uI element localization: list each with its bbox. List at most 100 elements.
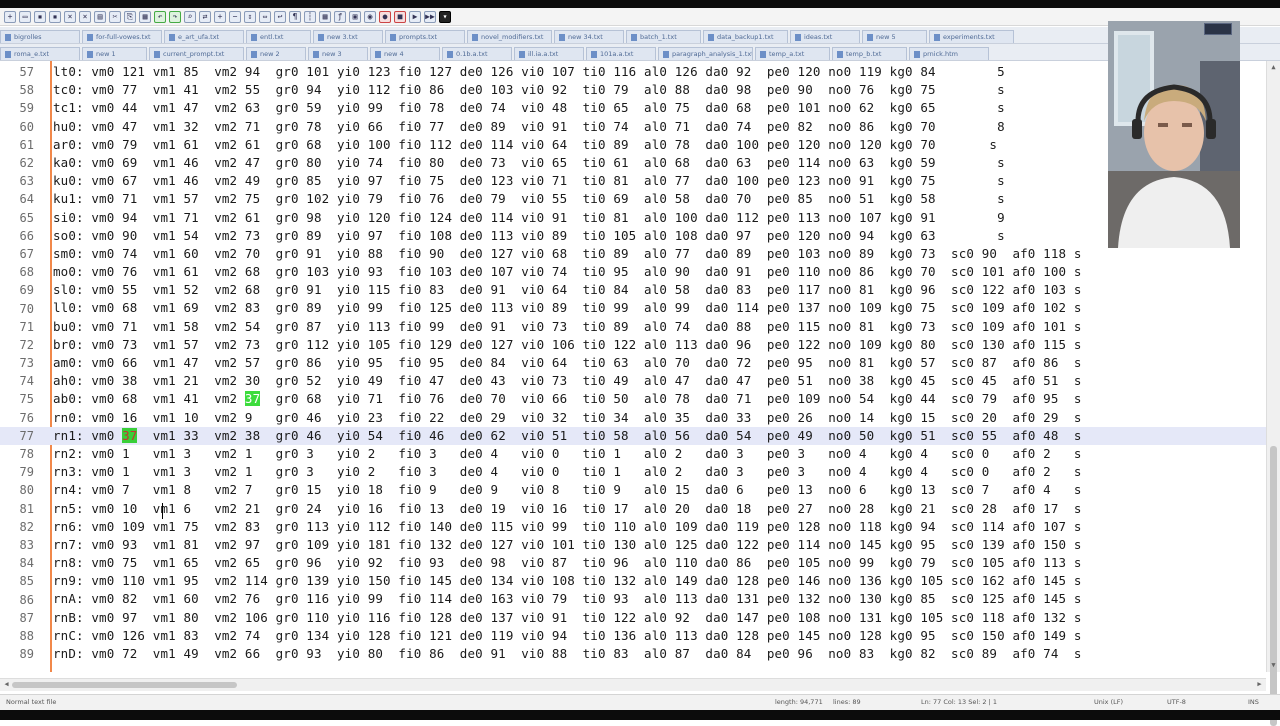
record-macro-icon[interactable]: ●: [379, 10, 391, 23]
editor-line[interactable]: 66 so0: vm0 90 vm1 54 vm2 73 gr0 89 yi0 9…: [0, 227, 1266, 245]
tab-tabrow2-3[interactable]: new 2: [246, 47, 306, 60]
editor-line[interactable]: 72 br0: vm0 73 vm1 57 vm2 73 gr0 112 yi0 …: [0, 336, 1266, 354]
tab-tabrow1-10[interactable]: ideas.txt: [790, 30, 860, 43]
editor-line[interactable]: 59 tc1: vm0 44 vm1 47 vm2 63 gr0 59 yi0 9…: [0, 99, 1266, 117]
editor-line[interactable]: 89 rnD: vm0 72 vm1 49 vm2 66 gr0 93 yi0 8…: [0, 645, 1266, 663]
print-icon[interactable]: ▤: [94, 10, 106, 23]
editor-line[interactable]: 81 rn5: vm0 10 vm1 6 vm2 21 gr0 24 yi0 16…: [0, 500, 1266, 518]
file-icon: [837, 50, 843, 58]
editor-line[interactable]: 65 si0: vm0 94 vm1 71 vm2 61 gr0 98 yi0 1…: [0, 209, 1266, 227]
save-all-icon[interactable]: ▪: [49, 10, 61, 23]
scroll-down-icon[interactable]: ▼: [1269, 661, 1278, 670]
zoom-in-icon[interactable]: +: [214, 10, 226, 23]
replace-icon[interactable]: ⇄: [199, 10, 211, 23]
play-macro-icon[interactable]: ▶: [409, 10, 421, 23]
save-icon[interactable]: ▪: [34, 10, 46, 23]
tab-tabrow1-12[interactable]: experiments.txt: [929, 30, 1014, 43]
editor-line[interactable]: 77 rn1: vm0 37 vm1 33 vm2 38 gr0 46 yi0 5…: [0, 426, 1266, 445]
tab-tabrow2-0[interactable]: roma_e.txt: [0, 47, 80, 60]
horizontal-scrollbar[interactable]: ◀ ▶: [0, 678, 1266, 691]
tab-tabrow1-2[interactable]: e_art_ufa.txt: [164, 30, 244, 43]
editor-line[interactable]: 57 lt0: vm0 121 vm1 85 vm2 94 gr0 101 yi0…: [0, 63, 1266, 81]
tab-tabrow2-5[interactable]: new 4: [370, 47, 440, 60]
editor-line[interactable]: 70 ll0: vm0 68 vm1 69 vm2 83 gr0 89 yi0 9…: [0, 299, 1266, 317]
editor-line[interactable]: 86 rnA: vm0 82 vm1 60 vm2 76 gr0 116 yi0 …: [0, 590, 1266, 608]
editor-line[interactable]: 75 ab0: vm0 68 vm1 41 vm2 37 gr0 68 yi0 7…: [0, 390, 1266, 408]
monitoring-icon[interactable]: ◉: [364, 10, 376, 23]
indent-guide-icon[interactable]: ┆: [304, 10, 316, 23]
new-file-icon[interactable]: +: [4, 10, 16, 23]
tab-tabrow1-8[interactable]: batch_1.txt: [626, 30, 701, 43]
save-macro-icon[interactable]: ▾: [439, 10, 451, 23]
editor-line[interactable]: 78 rn2: vm0 1 vm1 3 vm2 1 gr0 3 yi0 2 fi0…: [0, 445, 1266, 463]
paste-icon[interactable]: ▦: [139, 10, 151, 23]
horizontal-scroll-thumb[interactable]: [12, 682, 237, 688]
tab-tabrow2-7[interactable]: ill.ia.a.txt: [514, 47, 584, 60]
line-number: 61: [19, 137, 34, 152]
tab-tabrow2-9[interactable]: paragraph_analysis_1.txt: [658, 47, 753, 60]
word-wrap-icon[interactable]: ↩: [274, 10, 286, 23]
zoom-out-icon[interactable]: −: [229, 10, 241, 23]
tab-tabrow2-6[interactable]: 0.1b.a.txt: [442, 47, 512, 60]
cut-icon[interactable]: ✂: [109, 10, 121, 23]
copy-icon[interactable]: ⎘: [124, 10, 136, 23]
show-all-chars-icon[interactable]: ¶: [289, 10, 301, 23]
editor-line[interactable]: 79 rn3: vm0 1 vm1 3 vm2 1 gr0 3 yi0 2 fi0…: [0, 463, 1266, 481]
editor-line[interactable]: 85 rn9: vm0 110 vm1 95 vm2 114 gr0 139 yi…: [0, 572, 1266, 590]
editor-line[interactable]: 74 ah0: vm0 38 vm1 21 vm2 30 gr0 52 yi0 4…: [0, 372, 1266, 390]
tab-tabrow1-6[interactable]: novel_modifiers.txt: [467, 30, 552, 43]
text-editor[interactable]: 57 lt0: vm0 121 vm1 85 vm2 94 gr0 101 yi0…: [0, 61, 1266, 672]
editor-line[interactable]: 68 mo0: vm0 76 vm1 61 vm2 68 gr0 103 yi0 …: [0, 263, 1266, 281]
tab-tabrow2-4[interactable]: new 3: [308, 47, 368, 60]
find-icon[interactable]: ⌕: [184, 10, 196, 23]
close-icon[interactable]: ×: [64, 10, 76, 23]
editor-line[interactable]: 88 rnC: vm0 126 vm1 83 vm2 74 gr0 134 yi0…: [0, 627, 1266, 645]
tab-tabrow1-11[interactable]: new 5: [862, 30, 927, 43]
doc-map-icon[interactable]: ▦: [319, 10, 331, 23]
editor-line[interactable]: 58 tc0: vm0 77 vm1 41 vm2 55 gr0 94 yi0 1…: [0, 81, 1266, 99]
editor-line[interactable]: 82 rn6: vm0 109 vm1 75 vm2 83 gr0 113 yi0…: [0, 518, 1266, 536]
scroll-up-icon[interactable]: ▲: [1269, 63, 1278, 72]
tab-tabrow2-12[interactable]: prnick.htm: [909, 47, 989, 60]
editor-line[interactable]: 60 hu0: vm0 47 vm1 32 vm2 71 gr0 78 yi0 6…: [0, 118, 1266, 136]
stop-record-icon[interactable]: ■: [394, 10, 406, 23]
tab-tabrow1-4[interactable]: new 3.txt: [313, 30, 383, 43]
editor-line[interactable]: 87 rnB: vm0 97 vm1 80 vm2 106 gr0 110 yi0…: [0, 609, 1266, 627]
sync-h-icon[interactable]: ⇔: [259, 10, 271, 23]
tab-tabrow2-11[interactable]: temp_b.txt: [832, 47, 907, 60]
run-macro-icon[interactable]: ▶▶: [424, 10, 436, 23]
editor-line[interactable]: 67 sm0: vm0 74 vm1 60 vm2 70 gr0 91 yi0 8…: [0, 245, 1266, 263]
undo-icon[interactable]: ↶: [154, 10, 166, 23]
editor-line[interactable]: 63 ku0: vm0 67 vm1 46 vm2 49 gr0 85 yi0 9…: [0, 172, 1266, 190]
close-all-icon[interactable]: ×: [79, 10, 91, 23]
tab-tabrow2-1[interactable]: new 1: [82, 47, 147, 60]
editor-line[interactable]: 69 sl0: vm0 55 vm1 52 vm2 68 gr0 91 yi0 1…: [0, 281, 1266, 299]
redo-icon[interactable]: ↷: [169, 10, 181, 23]
sync-v-icon[interactable]: ⇕: [244, 10, 256, 23]
tab-tabrow1-3[interactable]: entl.txt: [246, 30, 311, 43]
vertical-scrollbar[interactable]: ▲ ▼: [1266, 61, 1280, 726]
editor-line[interactable]: 80 rn4: vm0 7 vm1 8 vm2 7 gr0 15 yi0 18 f…: [0, 481, 1266, 499]
tab-tabrow1-5[interactable]: prompts.txt: [385, 30, 465, 43]
editor-line[interactable]: 61 ar0: vm0 79 vm1 61 vm2 61 gr0 68 yi0 1…: [0, 136, 1266, 154]
tab-tabrow1-0[interactable]: bigrolles: [0, 30, 80, 43]
tab-tabrow1-1[interactable]: for-full-vowes.txt: [82, 30, 162, 43]
editor-line[interactable]: 76 rn0: vm0 16 vm1 10 vm2 9 gr0 46 yi0 23…: [0, 409, 1266, 427]
vertical-scroll-thumb[interactable]: [1270, 446, 1277, 726]
editor-line[interactable]: 73 am0: vm0 66 vm1 47 vm2 57 gr0 86 yi0 9…: [0, 354, 1266, 372]
function-list-icon[interactable]: ƒ: [334, 10, 346, 23]
editor-line[interactable]: 84 rn8: vm0 75 vm1 65 vm2 65 gr0 96 yi0 9…: [0, 554, 1266, 572]
editor-line[interactable]: 64 ku1: vm0 71 vm1 57 vm2 75 gr0 102 yi0 …: [0, 190, 1266, 208]
tab-tabrow2-2[interactable]: current_prompt.txt: [149, 47, 244, 60]
tab-tabrow1-7[interactable]: new 34.txt: [554, 30, 624, 43]
tab-tabrow1-9[interactable]: data_backup1.txt: [703, 30, 788, 43]
folder-workspace-icon[interactable]: ▣: [349, 10, 361, 23]
scroll-right-icon[interactable]: ▶: [1255, 680, 1264, 689]
tab-tabrow2-8[interactable]: 101a.a.txt: [586, 47, 656, 60]
editor-line[interactable]: 62 ka0: vm0 69 vm1 46 vm2 47 gr0 80 yi0 7…: [0, 154, 1266, 172]
editor-line[interactable]: 71 bu0: vm0 71 vm1 58 vm2 54 gr0 87 yi0 1…: [0, 318, 1266, 336]
editor-line[interactable]: 83 rn7: vm0 93 vm1 81 vm2 97 gr0 109 yi0 …: [0, 536, 1266, 554]
open-file-icon[interactable]: ▭: [19, 10, 31, 23]
tab-tabrow2-10[interactable]: temp_a.txt: [755, 47, 830, 60]
scroll-left-icon[interactable]: ◀: [2, 680, 11, 689]
